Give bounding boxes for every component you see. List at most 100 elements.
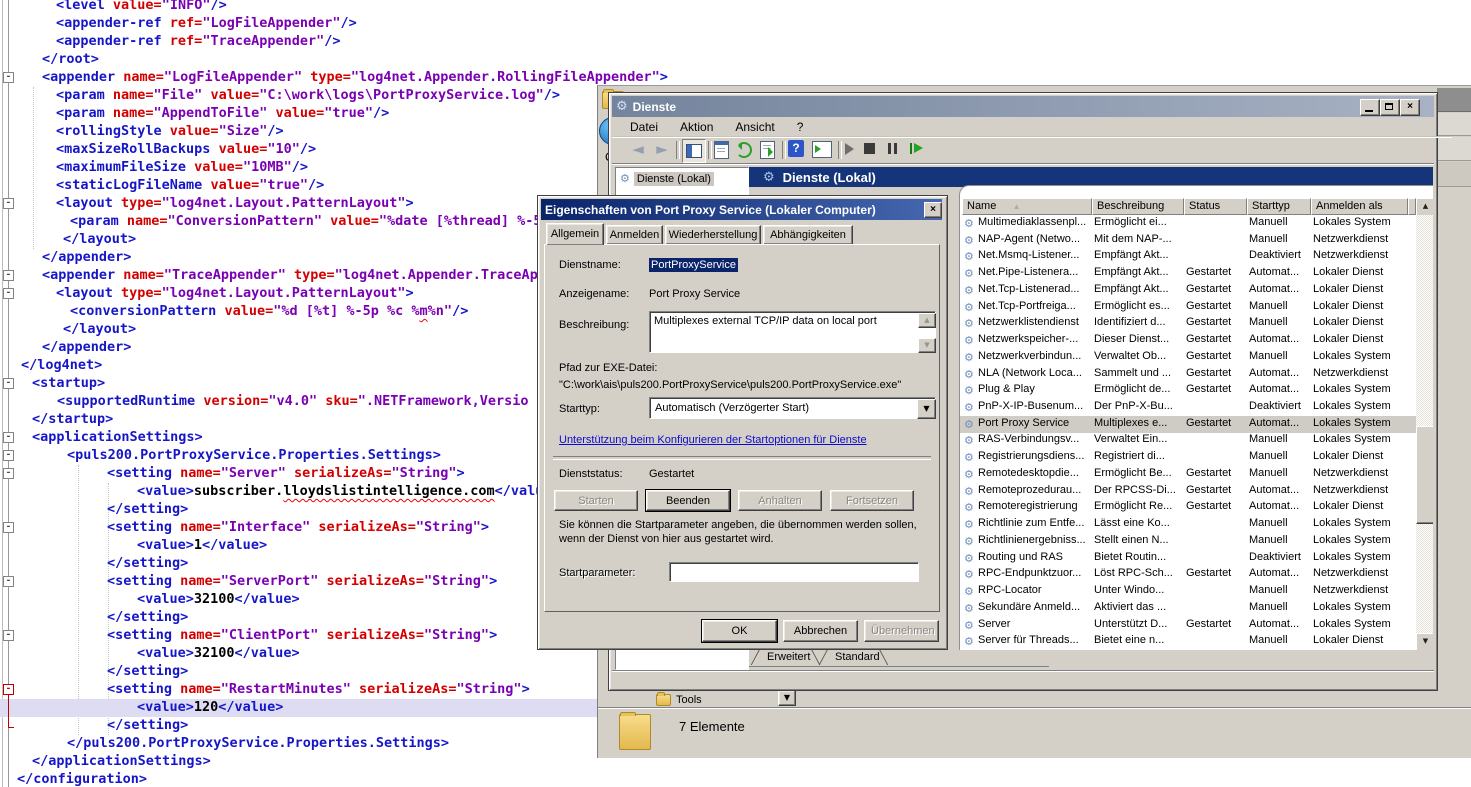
- code-line[interactable]: </setting>: [107, 609, 188, 627]
- column-header-status[interactable]: Status: [1184, 198, 1247, 215]
- fold-toggle-icon[interactable]: -: [3, 270, 14, 281]
- table-row[interactable]: ⚙Richtlinienergebniss...Stellt einen N..…: [960, 533, 1416, 550]
- code-line[interactable]: </setting>: [107, 501, 188, 519]
- code-line[interactable]: <param name="ConversionPattern" value="%…: [70, 213, 541, 231]
- startup-options-link[interactable]: Unterstützung beim Konfigurieren der Sta…: [559, 434, 867, 446]
- minimize-button[interactable]: [1360, 99, 1380, 116]
- code-line[interactable]: <staticLogFileName value="true"/>: [56, 177, 324, 195]
- table-row[interactable]: ⚙Remoteprozedurau...Der RPCSS-Di...Gesta…: [960, 483, 1416, 500]
- column-header-anmelden-als[interactable]: Anmelden als: [1311, 198, 1408, 215]
- dialog-titlebar[interactable]: Eigenschaften von Port Proxy Service (Lo…: [541, 199, 942, 220]
- pause-service-icon[interactable]: [888, 143, 898, 154]
- services-titlebar[interactable]: ⚙ Dienste: [612, 96, 1434, 117]
- table-row[interactable]: ⚙Routing und RASBietet Routin...Deaktivi…: [960, 550, 1416, 567]
- code-line[interactable]: <setting name="Server" serializeAs="Stri…: [107, 465, 465, 483]
- tab-allgemein[interactable]: Allgemein: [546, 223, 604, 245]
- fold-toggle-icon[interactable]: -: [3, 378, 14, 389]
- fold-toggle-icon[interactable]: -: [3, 198, 14, 209]
- stop-button[interactable]: Beenden: [646, 490, 730, 511]
- tab-anmelden[interactable]: Anmelden: [606, 225, 663, 245]
- menu-item-ansicht[interactable]: Ansicht: [735, 120, 774, 134]
- show-console-tree-icon[interactable]: [682, 139, 706, 163]
- help-icon[interactable]: ?: [788, 140, 804, 157]
- table-row[interactable]: ⚙RPC-Endpunktzuor...Löst RPC-Sch...Gesta…: [960, 566, 1416, 583]
- menu-item-aktion[interactable]: Aktion: [680, 120, 713, 134]
- table-row[interactable]: ⚙Net.Msmq-Listener...Empfängt Akt...Deak…: [960, 248, 1416, 265]
- scrollbar-track[interactable]: [1416, 215, 1433, 633]
- tab-erweitert[interactable]: Erweitert: [767, 651, 810, 663]
- tab-wiederherstellung[interactable]: Wiederherstellung: [665, 225, 761, 245]
- code-line[interactable]: <rollingStyle value="Size"/>: [56, 123, 284, 141]
- table-row[interactable]: ⚙Netzwerkverbindun...Verwaltet Ob...Gest…: [960, 349, 1416, 366]
- table-row[interactable]: ⚙RemoteregistrierungErmöglicht Re...Gest…: [960, 499, 1416, 516]
- refresh-icon[interactable]: [736, 142, 752, 158]
- code-line[interactable]: <setting name="RestartMinutes" serialize…: [107, 681, 530, 699]
- scrollbar-thumb[interactable]: [1416, 426, 1433, 524]
- code-line[interactable]: <value>subscriber.lloydslistintelligence…: [137, 483, 543, 501]
- start-button[interactable]: Starten: [554, 490, 638, 511]
- code-line[interactable]: <level value="INFO"/>: [56, 0, 227, 15]
- table-row[interactable]: ⚙RPC-LocatorUnter Windo...ManuellNetzwer…: [960, 583, 1416, 600]
- code-line[interactable]: </layout>: [63, 321, 136, 339]
- dialog-close-icon[interactable]: ×: [924, 202, 942, 218]
- code-line[interactable]: </puls200.PortProxyService.Properties.Se…: [67, 735, 449, 753]
- menu-item-[interactable]: ?: [797, 120, 804, 134]
- code-line[interactable]: <supportedRuntime version="v4.0" sku=".N…: [57, 393, 528, 411]
- code-line[interactable]: <appender-ref ref="TraceAppender"/>: [56, 33, 341, 51]
- fold-toggle-icon[interactable]: -: [3, 576, 14, 587]
- table-row[interactable]: ⚙Multimediaklassenpl...Ermöglicht ei...M…: [960, 215, 1416, 232]
- code-line[interactable]: </startup>: [32, 411, 113, 429]
- forward-icon[interactable]: ►: [652, 140, 672, 160]
- code-line[interactable]: <appender name="TraceAppender" type="log…: [42, 267, 546, 285]
- show-action-pane-icon[interactable]: [812, 141, 832, 158]
- export-list-icon[interactable]: [760, 141, 775, 159]
- table-row[interactable]: ⚙NAP-Agent (Netwo...Mit dem NAP-...Manue…: [960, 232, 1416, 249]
- ok-button[interactable]: OK: [702, 620, 777, 642]
- table-row[interactable]: ⚙Port Proxy ServiceMultiplexes e...Gesta…: [960, 416, 1416, 433]
- fold-toggle-icon[interactable]: -: [3, 288, 14, 299]
- folder-tree-item[interactable]: Tools: [656, 693, 702, 707]
- fold-toggle-icon[interactable]: -: [3, 432, 14, 443]
- service-name-value[interactable]: PortProxyService: [649, 258, 738, 272]
- code-line[interactable]: </root>: [42, 51, 99, 69]
- table-row[interactable]: ⚙Server für Threads...Bietet eine n...Ma…: [960, 633, 1416, 650]
- explorer-dropdown-button[interactable]: ▼: [778, 690, 796, 706]
- code-line[interactable]: </appender>: [42, 249, 131, 267]
- close-button[interactable]: ×: [1400, 99, 1420, 116]
- code-line[interactable]: </appender>: [42, 339, 131, 357]
- fold-toggle-icon[interactable]: -: [3, 522, 14, 533]
- restart-service-icon[interactable]: [910, 143, 924, 155]
- code-line[interactable]: <maximumFileSize value="10MB"/>: [56, 159, 308, 177]
- code-line[interactable]: <appender-ref ref="LogFileAppender"/>: [56, 15, 357, 33]
- code-line[interactable]: <setting name="Interface" serializeAs="S…: [107, 519, 489, 537]
- table-row[interactable]: ⚙Net.Tcp-Portfreiga...Ermöglicht es...Ge…: [960, 299, 1416, 316]
- fold-toggle-icon[interactable]: -: [3, 450, 14, 461]
- apply-button[interactable]: Übernehmen: [864, 620, 939, 642]
- code-line[interactable]: <value>32100</value>: [137, 645, 300, 663]
- code-line[interactable]: <setting name="ClientPort" serializeAs="…: [107, 627, 497, 645]
- table-row[interactable]: ⚙RAS-Verbindungsv...Verwaltet Ein...Manu…: [960, 432, 1416, 449]
- startup-type-combobox[interactable]: Automatisch (Verzögerter Start) ▼: [649, 397, 936, 419]
- column-header-beschreibung[interactable]: Beschreibung: [1092, 198, 1184, 215]
- tree-item-services-local[interactable]: ⚙ Dienste (Lokal): [618, 170, 716, 187]
- stop-service-icon[interactable]: [864, 143, 875, 154]
- table-row[interactable]: ⚙Net.Pipe-Listenera...Empfängt Akt...Ges…: [960, 265, 1416, 282]
- table-row[interactable]: ⚙Plug & PlayErmöglicht de...GestartetAut…: [960, 382, 1416, 399]
- table-row[interactable]: ⚙Registrierungsdiens...Registriert di...…: [960, 449, 1416, 466]
- table-row[interactable]: ⚙PnP-X-IP-Busenum...Der PnP-X-Bu...Deakt…: [960, 399, 1416, 416]
- fold-toggle-icon[interactable]: -: [3, 468, 14, 479]
- table-row[interactable]: ⚙NLA (Network Loca...Sammelt und ...Gest…: [960, 366, 1416, 383]
- code-line[interactable]: <param name="File" value="C:\work\logs\P…: [56, 87, 560, 105]
- description-scroll-down[interactable]: ▼: [918, 338, 936, 353]
- table-row[interactable]: ⚙Richtlinie zum Entfe...Lässt eine Ko...…: [960, 516, 1416, 533]
- code-line[interactable]: <appender name="LogFileAppender" type="l…: [42, 69, 668, 87]
- menu-bar[interactable]: DateiAktionAnsicht?: [612, 117, 1452, 138]
- fold-toggle-icon[interactable]: -: [3, 630, 14, 641]
- table-row[interactable]: ⚙Remotedesktopdie...Ermöglicht Be...Gest…: [960, 466, 1416, 483]
- fold-toggle-icon-active[interactable]: -: [3, 684, 14, 695]
- combobox-dropdown-icon[interactable]: ▼: [917, 399, 936, 419]
- table-row[interactable]: ⚙Net.Tcp-Listenerad...Empfängt Akt...Ges…: [960, 282, 1416, 299]
- resume-button[interactable]: Fortsetzen: [830, 490, 914, 511]
- code-line[interactable]: <startup>: [32, 375, 105, 393]
- code-line[interactable]: </applicationSettings>: [32, 753, 211, 771]
